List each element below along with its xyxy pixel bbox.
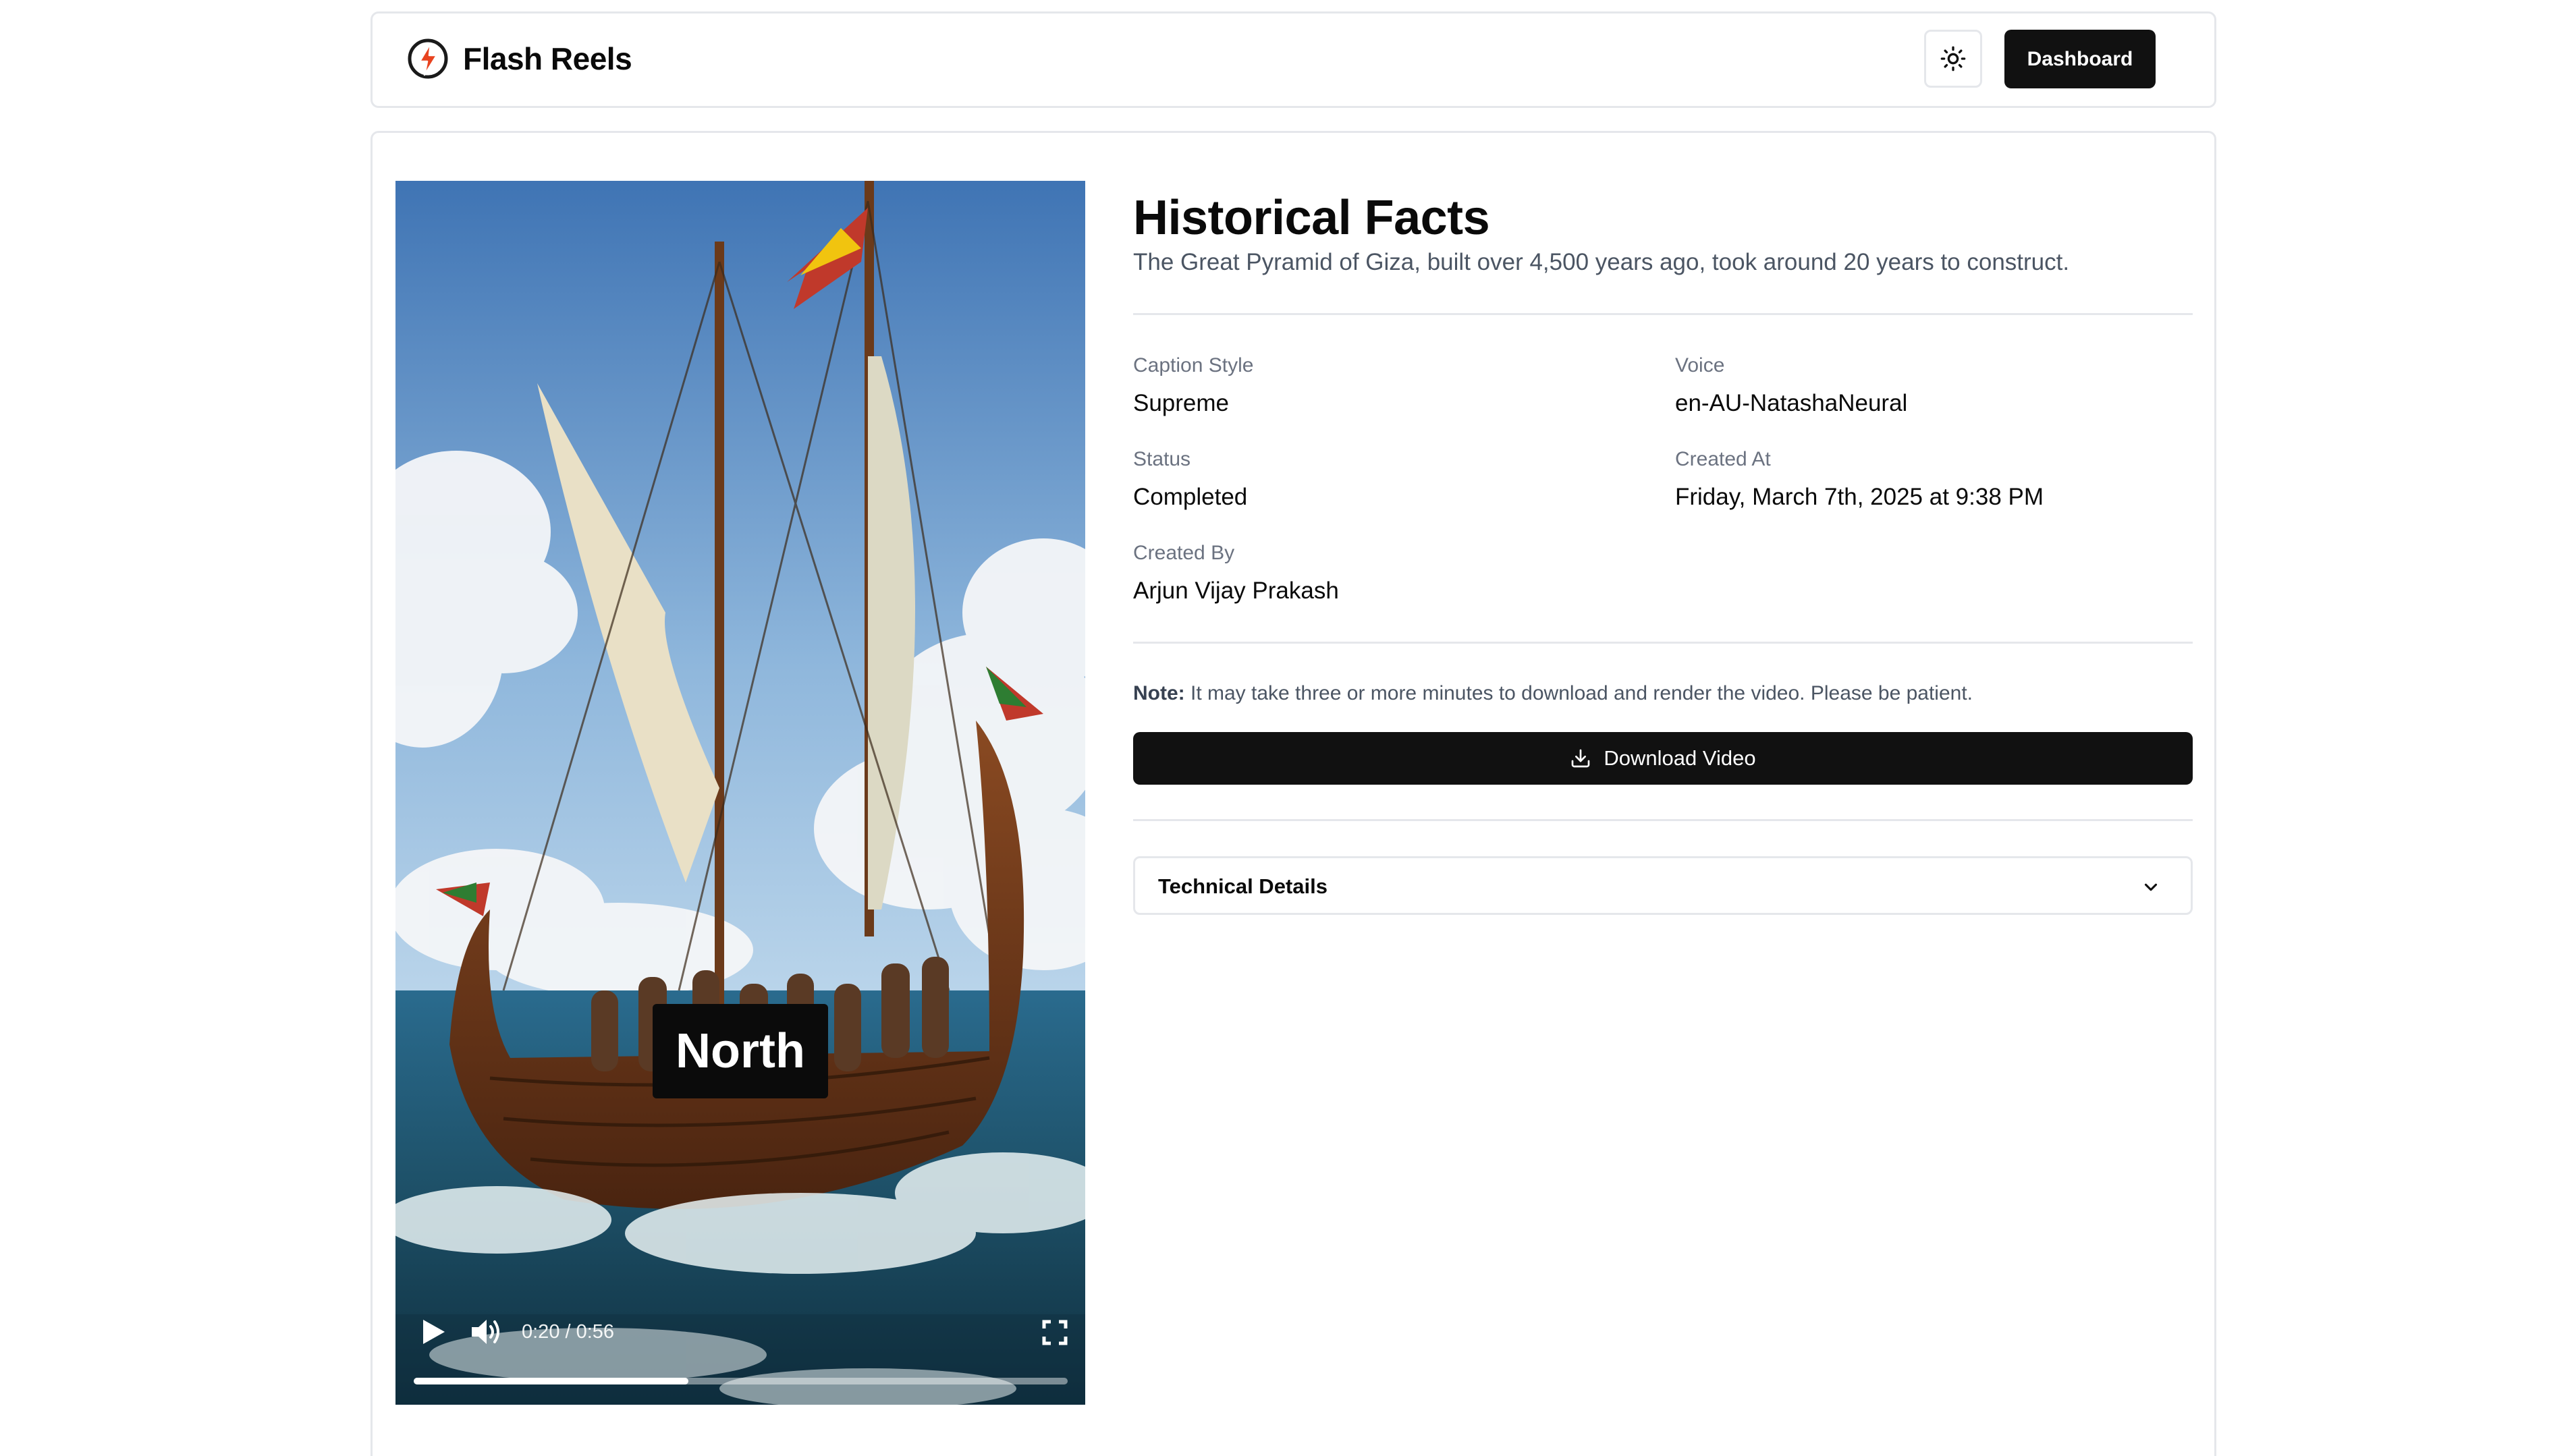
status-label: Status bbox=[1133, 448, 1191, 470]
created-at-value: Friday, March 7th, 2025 at 9:38 PM bbox=[1675, 484, 2044, 510]
brand-name[interactable]: Flash Reels bbox=[463, 38, 632, 80]
video-progress-bar[interactable] bbox=[414, 1378, 1068, 1384]
video-caption-overlay: North bbox=[653, 1004, 828, 1098]
created-by-label: Created By bbox=[1133, 542, 1235, 564]
volume-icon[interactable] bbox=[469, 1316, 503, 1347]
divider bbox=[1133, 819, 2193, 821]
note-label: Note: bbox=[1133, 682, 1185, 704]
video-time: 0:20 / 0:56 bbox=[522, 1321, 615, 1343]
play-icon[interactable] bbox=[416, 1316, 449, 1348]
caption-style-value: Supreme bbox=[1133, 390, 1230, 416]
divider bbox=[1133, 642, 2193, 644]
download-video-button[interactable]: Download Video bbox=[1133, 732, 2193, 785]
technical-details-accordion[interactable]: Technical Details bbox=[1133, 856, 2193, 915]
video-player[interactable] bbox=[395, 181, 1085, 1405]
chevron-down-icon bbox=[2144, 883, 2158, 891]
caption-style-label: Caption Style bbox=[1133, 354, 1254, 376]
lightning-bolt-icon[interactable] bbox=[407, 38, 449, 80]
dashboard-button[interactable]: Dashboard bbox=[2004, 30, 2156, 88]
video-progress-fill bbox=[414, 1378, 688, 1384]
video-frame-illustration bbox=[395, 181, 1085, 1405]
created-by-value: Arjun Vijay Prakash bbox=[1133, 578, 1339, 604]
voice-label: Voice bbox=[1675, 354, 1725, 376]
technical-details-label: Technical Details bbox=[1158, 874, 1328, 898]
reel-description: The Great Pyramid of Giza, built over 4,… bbox=[1133, 249, 2070, 275]
created-at-label: Created At bbox=[1675, 448, 1771, 470]
voice-value: en-AU-NatashaNeural bbox=[1675, 390, 1908, 416]
download-note: Note: It may take three or more minutes … bbox=[1133, 680, 1973, 707]
download-video-label: Download Video bbox=[1604, 746, 1756, 770]
divider bbox=[1133, 313, 2193, 315]
theme-toggle-button[interactable] bbox=[1924, 30, 1982, 88]
status-value: Completed bbox=[1133, 484, 1248, 510]
fullscreen-icon[interactable] bbox=[1041, 1319, 1068, 1346]
note-text: It may take three or more minutes to dow… bbox=[1184, 682, 1973, 704]
download-icon bbox=[1572, 749, 1590, 768]
sun-icon bbox=[1940, 46, 1966, 72]
reel-title: Historical Facts bbox=[1133, 191, 1490, 245]
